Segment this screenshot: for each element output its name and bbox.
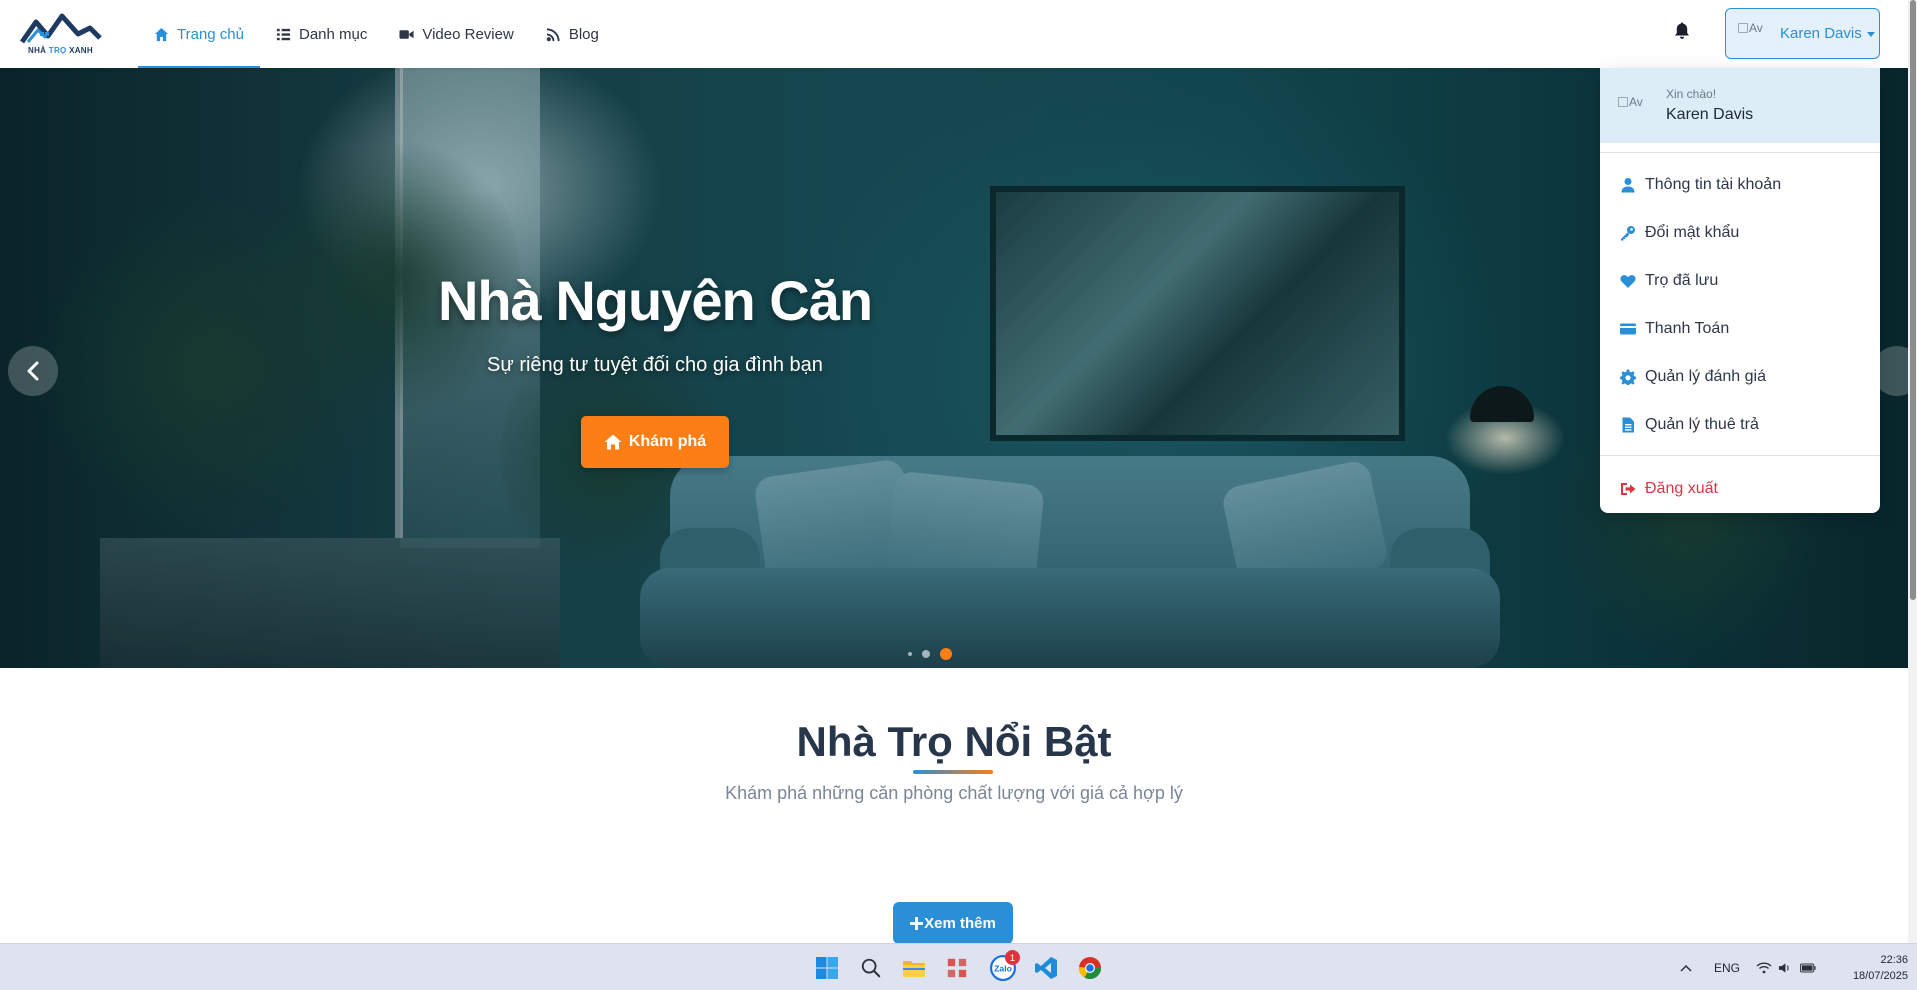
nav-categories[interactable]: Danh mục — [260, 0, 383, 68]
main-nav: Trang chủ Danh mục Video Review Blog — [138, 0, 615, 68]
vscode-icon[interactable] — [1031, 953, 1061, 983]
credit-card-icon — [1620, 323, 1636, 335]
featured-section-subtitle: Khám phá những căn phòng chất lượng với … — [725, 783, 1183, 803]
user-icon — [1621, 178, 1635, 193]
user-dropdown-menu: Av Xin chào! Karen Davis Thông tin tài k… — [1600, 68, 1880, 513]
nav-video-review-label: Video Review — [422, 25, 514, 43]
plus-icon — [910, 916, 924, 930]
search-icon[interactable] — [856, 953, 886, 983]
dropdown-user-name: Karen Davis — [1666, 106, 1754, 123]
chevron-down-icon — [1866, 32, 1875, 37]
carousel-prev-button[interactable] — [8, 346, 58, 396]
notification-bell-icon[interactable] — [1674, 22, 1696, 44]
menu-item-label: Quản lý đánh giá — [1645, 368, 1766, 385]
menu-item-label: Quản lý thuê trả — [1645, 416, 1759, 433]
show-hidden-icons-chevron-up-icon[interactable] — [1680, 944, 1692, 990]
notification-badge: 1 — [1005, 950, 1020, 965]
logout-label: Đăng xuất — [1645, 480, 1718, 497]
windows-start-icon[interactable] — [812, 953, 842, 983]
clock-date: 18/07/2025 — [1852, 970, 1908, 982]
user-name: Karen Davis — [1780, 25, 1862, 42]
menu-item-label: Đổi mật khẩu — [1645, 224, 1740, 241]
menu-item-payment[interactable]: Thanh Toán — [1600, 305, 1880, 353]
avatar: Av — [1618, 95, 1650, 117]
home-icon — [154, 27, 169, 41]
heart-icon — [1620, 275, 1636, 288]
menu-item-saved-rooms[interactable]: Trọ đã lưu — [1600, 257, 1880, 305]
carousel-dot-active[interactable] — [940, 648, 952, 660]
dropdown-header: Av Xin chào! Karen Davis — [1600, 68, 1880, 143]
menu-item-manage-rentals[interactable]: Quản lý thuê trả — [1600, 401, 1880, 449]
video-icon — [399, 29, 414, 39]
hero-title: Nhà Nguyên Căn — [437, 269, 873, 332]
user-menu-button[interactable]: Av Karen Davis — [1725, 8, 1880, 59]
logout-icon — [1621, 483, 1636, 495]
list-icon — [276, 28, 291, 40]
divider — [1600, 152, 1880, 153]
nav-home[interactable]: Trang chủ — [138, 0, 260, 68]
menu-item-logout[interactable]: Đăng xuất — [1600, 465, 1880, 513]
menu-item-manage-reviews[interactable]: Quản lý đánh giá — [1600, 353, 1880, 401]
carousel-dot[interactable] — [922, 650, 930, 658]
logo-house-icon — [19, 13, 102, 44]
site-logo[interactable]: NHÀ TRỌ XANH — [18, 10, 102, 58]
wifi-icon[interactable] — [1756, 944, 1772, 990]
system-clock[interactable]: 22:36 18/07/2025 — [1830, 952, 1908, 984]
nav-blog-label: Blog — [568, 25, 599, 43]
volume-icon[interactable] — [1778, 944, 1791, 990]
file-explorer-icon[interactable] — [899, 953, 929, 983]
broken-image-icon — [1618, 96, 1628, 107]
logo-text: NHÀ TRỌ XANH — [28, 46, 93, 55]
nav-categories-label: Danh mục — [298, 25, 368, 43]
top-navbar: NHÀ TRỌ XANH Trang chủ Danh mục Video Re… — [0, 0, 1908, 68]
menu-item-change-password[interactable]: Đổi mật khẩu — [1600, 209, 1880, 257]
chrome-icon[interactable] — [1075, 953, 1105, 983]
home-icon — [604, 434, 622, 450]
nav-video-review[interactable]: Video Review — [383, 0, 529, 68]
key-icon — [1621, 226, 1635, 241]
battery-icon[interactable] — [1800, 944, 1816, 990]
divider — [1600, 455, 1880, 456]
document-icon — [1622, 417, 1634, 433]
broken-image-icon — [1738, 22, 1748, 33]
avatar: Av — [1738, 21, 1774, 47]
zalo-icon[interactable]: Zalo 1 — [988, 950, 1020, 983]
page-scrollbar-thumb[interactable] — [1910, 0, 1916, 600]
carousel-dot[interactable] — [908, 652, 912, 656]
menu-item-label: Thông tin tài khoản — [1645, 176, 1782, 193]
svg-text:Zalo: Zalo — [994, 963, 1012, 973]
clock-time: 22:36 — [1880, 954, 1908, 966]
language-indicator[interactable]: ENG — [1714, 944, 1740, 990]
explore-button-label: Khám phá — [628, 433, 707, 450]
title-underline — [913, 770, 993, 774]
menu-item-label: Thanh Toán — [1645, 320, 1730, 337]
see-more-label: Xem thêm — [924, 914, 996, 932]
hero-subtitle: Sự riêng tư tuyệt đối cho gia đình bạn — [487, 354, 823, 376]
chevron-left-icon — [27, 361, 39, 381]
menu-item-label: Trọ đã lưu — [1645, 272, 1719, 289]
app-icon[interactable] — [942, 953, 972, 983]
gear-icon — [1620, 369, 1636, 385]
nav-home-label: Trang chủ — [177, 25, 244, 43]
nav-blog[interactable]: Blog — [530, 0, 615, 68]
greeting-text: Xin chào! — [1666, 87, 1717, 101]
explore-button[interactable]: Khám phá — [581, 416, 729, 468]
see-more-button[interactable]: Xem thêm — [893, 902, 1013, 944]
menu-item-account-info[interactable]: Thông tin tài khoản — [1600, 161, 1880, 209]
featured-section-title: Nhà Trọ Nổi Bật — [796, 718, 1112, 765]
blog-icon — [546, 27, 560, 41]
os-taskbar: Zalo 1 ENG 22:36 18/07/2025 — [0, 943, 1917, 990]
carousel-indicators — [908, 648, 952, 660]
